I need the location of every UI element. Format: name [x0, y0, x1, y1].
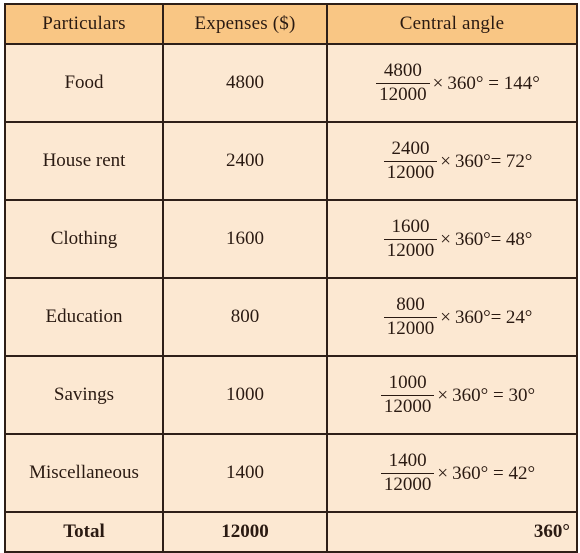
fraction-numerator: 4800 — [383, 60, 422, 82]
cell-central-angle: 1000 12000 × 360° = 30° — [326, 355, 578, 435]
cell-expenses: 800 — [162, 277, 328, 357]
central-angle-expression: 2400 12000 × 360°= 72° — [383, 138, 533, 184]
column-header-expenses: Expenses ($) — [162, 3, 328, 45]
fraction-denominator: 12000 — [383, 317, 438, 340]
cell-expenses: 1000 — [162, 355, 328, 435]
angle-result-expression: 360° = 30° — [452, 385, 536, 406]
total-expenses-value: 12000 — [162, 511, 328, 553]
multiplication-sign: × — [437, 463, 449, 484]
fraction-numerator: 800 — [396, 294, 425, 316]
central-angle-expression: 1400 12000 × 360° = 42° — [380, 450, 536, 496]
table-row: Education 800 800 12000 × 360°= 24° — [4, 277, 578, 357]
fraction: 1600 12000 — [383, 216, 438, 262]
fraction-numerator: 1600 — [391, 216, 430, 238]
cell-central-angle: 800 12000 × 360°= 24° — [326, 277, 578, 357]
fraction-numerator: 1400 — [388, 450, 427, 472]
multiplication-sign: × — [437, 385, 449, 406]
cell-particulars: Miscellaneous — [4, 433, 164, 513]
angle-result-expression: 360° = 144° — [447, 73, 540, 94]
fraction-denominator: 12000 — [383, 161, 438, 184]
angle-result-expression: 360° = 42° — [452, 463, 536, 484]
angle-result-expression: 360°= 48° — [454, 229, 533, 250]
cell-particulars: Food — [4, 43, 164, 123]
fraction: 4800 12000 — [376, 61, 430, 105]
table-row: Food 4800 4800 12000 × 360° = 144° — [4, 43, 578, 123]
table-row: Miscellaneous 1400 1400 12000 × 360° = 42° — [4, 433, 578, 513]
total-label: Total — [4, 511, 164, 553]
fraction-denominator: 12000 — [383, 239, 438, 262]
cell-central-angle: 1600 12000 × 360°= 48° — [326, 199, 578, 279]
central-angle-expression: 4800 12000 × 360° = 144° — [376, 61, 540, 105]
fraction: 800 12000 — [383, 294, 438, 340]
table-body: Food 4800 4800 12000 × 360° = 144° House rent 2… — [4, 43, 578, 513]
table-row: House rent 2400 2400 12000 × 360°= 72° — [4, 121, 578, 201]
central-angle-expression: 1000 12000 × 360° = 30° — [380, 372, 536, 418]
cell-particulars: Savings — [4, 355, 164, 435]
column-header-central-angle: Central angle — [326, 3, 578, 45]
fraction-numerator: 2400 — [391, 138, 430, 160]
cell-particulars: Clothing — [4, 199, 164, 279]
fraction-denominator: 12000 — [376, 83, 430, 106]
multiplication-sign: × — [432, 73, 444, 94]
fraction-denominator: 12000 — [380, 473, 435, 496]
cell-central-angle: 1400 12000 × 360° = 42° — [326, 433, 578, 513]
expenses-central-angle-table: Particulars Expenses ($) Central angle F… — [4, 3, 578, 553]
fraction: 2400 12000 — [383, 138, 438, 184]
cell-central-angle: 2400 12000 × 360°= 72° — [326, 121, 578, 201]
table-header-row: Particulars Expenses ($) Central angle — [4, 3, 578, 45]
table-total-row: Total 12000 360° — [4, 511, 578, 553]
angle-result-expression: 360°= 72° — [454, 151, 533, 172]
total-central-angle-value: 360° — [326, 511, 578, 553]
cell-expenses: 4800 — [162, 43, 328, 123]
multiplication-sign: × — [440, 151, 451, 172]
column-header-particulars: Particulars — [4, 3, 164, 45]
central-angle-expression: 800 12000 × 360°= 24° — [383, 294, 533, 340]
cell-particulars: Education — [4, 277, 164, 357]
fraction: 1000 12000 — [380, 372, 435, 418]
table-container: Particulars Expenses ($) Central angle F… — [0, 0, 580, 553]
multiplication-sign: × — [440, 307, 451, 328]
cell-expenses: 2400 — [162, 121, 328, 201]
fraction-numerator: 1000 — [388, 372, 427, 394]
cell-central-angle: 4800 12000 × 360° = 144° — [326, 43, 578, 123]
angle-result-expression: 360°= 24° — [454, 307, 533, 328]
table-row: Savings 1000 1000 12000 × 360° = 30° — [4, 355, 578, 435]
table-row: Clothing 1600 1600 12000 × 360°= 48° — [4, 199, 578, 279]
cell-particulars: House rent — [4, 121, 164, 201]
cell-expenses: 1400 — [162, 433, 328, 513]
fraction: 1400 12000 — [380, 450, 435, 496]
multiplication-sign: × — [440, 229, 451, 250]
fraction-denominator: 12000 — [380, 395, 435, 418]
central-angle-expression: 1600 12000 × 360°= 48° — [383, 216, 533, 262]
cell-expenses: 1600 — [162, 199, 328, 279]
